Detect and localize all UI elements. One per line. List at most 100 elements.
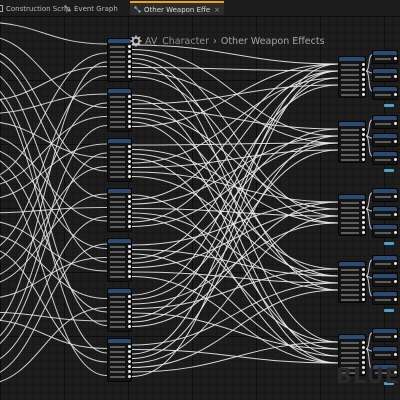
exec-pin[interactable] xyxy=(394,57,397,60)
close-icon[interactable]: × xyxy=(214,6,220,14)
exec-pin[interactable] xyxy=(394,93,397,96)
mid-node-5[interactable] xyxy=(107,238,132,282)
exec-pin[interactable] xyxy=(394,231,397,234)
exec-pin[interactable] xyxy=(362,221,365,224)
exec-pin[interactable] xyxy=(128,65,131,68)
exec-pin[interactable] xyxy=(128,70,131,73)
exec-pin[interactable] xyxy=(362,206,365,209)
right-node-1[interactable] xyxy=(338,56,366,98)
right-subnode-a-5[interactable] xyxy=(372,328,398,342)
exec-pin[interactable] xyxy=(362,231,365,234)
exec-pin[interactable] xyxy=(128,150,131,153)
exec-pin[interactable] xyxy=(362,341,365,344)
exec-pin[interactable] xyxy=(128,260,131,263)
exec-pin[interactable] xyxy=(128,315,131,318)
exec-pin[interactable] xyxy=(362,211,365,214)
exec-pin[interactable] xyxy=(128,120,131,123)
exec-pin[interactable] xyxy=(128,345,131,348)
right-subnode-b-3[interactable] xyxy=(372,206,398,220)
mid-node-2[interactable] xyxy=(107,88,132,132)
tab-other-weapon-effects[interactable]: Other Weapon Effe × xyxy=(130,1,225,15)
exec-pin[interactable] xyxy=(362,73,365,76)
exec-pin[interactable] xyxy=(362,63,365,66)
exec-pin[interactable] xyxy=(362,278,365,281)
exec-pin[interactable] xyxy=(362,226,365,229)
right-subnode-c-3[interactable] xyxy=(372,224,398,238)
exec-pin[interactable] xyxy=(128,270,131,273)
exec-pin[interactable] xyxy=(128,265,131,268)
exec-pin[interactable] xyxy=(362,216,365,219)
right-subnode-a-4[interactable] xyxy=(372,255,398,269)
right-subnode-b-2[interactable] xyxy=(372,133,398,147)
exec-pin[interactable] xyxy=(362,356,365,359)
exec-pin[interactable] xyxy=(362,93,365,96)
reroute-chip[interactable] xyxy=(384,242,394,245)
exec-pin[interactable] xyxy=(128,115,131,118)
exec-pin[interactable] xyxy=(128,145,131,148)
right-subnode-c-4[interactable] xyxy=(372,291,398,305)
exec-pin[interactable] xyxy=(128,125,131,128)
exec-pin[interactable] xyxy=(128,220,131,223)
right-subnode-c-2[interactable] xyxy=(372,151,398,165)
exec-pin[interactable] xyxy=(128,370,131,373)
exec-pin[interactable] xyxy=(362,133,365,136)
exec-pin[interactable] xyxy=(362,88,365,91)
exec-pin[interactable] xyxy=(362,83,365,86)
exec-pin[interactable] xyxy=(128,255,131,258)
exec-pin[interactable] xyxy=(394,122,397,125)
breadcrumb-root[interactable]: AV_Character xyxy=(145,36,209,47)
exec-pin[interactable] xyxy=(394,280,397,283)
exec-pin[interactable] xyxy=(128,205,131,208)
exec-pin[interactable] xyxy=(128,60,131,63)
exec-pin[interactable] xyxy=(128,250,131,253)
exec-pin[interactable] xyxy=(128,275,131,278)
exec-pin[interactable] xyxy=(128,155,131,158)
exec-pin[interactable] xyxy=(394,335,397,338)
exec-pin[interactable] xyxy=(128,325,131,328)
reroute-chip[interactable] xyxy=(384,169,394,172)
exec-pin[interactable] xyxy=(128,170,131,173)
right-node-4[interactable] xyxy=(338,261,366,303)
mid-node-1[interactable] xyxy=(107,38,132,82)
exec-pin[interactable] xyxy=(128,350,131,353)
exec-pin[interactable] xyxy=(362,298,365,301)
mid-node-3[interactable] xyxy=(107,138,132,182)
exec-pin[interactable] xyxy=(128,320,131,323)
exec-pin[interactable] xyxy=(128,355,131,358)
exec-pin[interactable] xyxy=(128,375,131,378)
exec-pin[interactable] xyxy=(128,225,131,228)
exec-pin[interactable] xyxy=(128,300,131,303)
exec-pin[interactable] xyxy=(362,148,365,151)
right-subnode-b-1[interactable] xyxy=(372,68,398,82)
exec-pin[interactable] xyxy=(394,298,397,301)
right-node-3[interactable] xyxy=(338,194,366,236)
right-subnode-a-2[interactable] xyxy=(372,115,398,129)
exec-pin[interactable] xyxy=(362,153,365,156)
exec-pin[interactable] xyxy=(128,175,131,178)
exec-pin[interactable] xyxy=(128,295,131,298)
exec-pin[interactable] xyxy=(128,215,131,218)
reroute-chip[interactable] xyxy=(384,104,394,107)
exec-pin[interactable] xyxy=(128,105,131,108)
exec-pin[interactable] xyxy=(394,140,397,143)
exec-pin[interactable] xyxy=(128,210,131,213)
exec-pin[interactable] xyxy=(362,143,365,146)
exec-pin[interactable] xyxy=(362,128,365,131)
right-subnode-b-4[interactable] xyxy=(372,273,398,287)
exec-pin[interactable] xyxy=(394,195,397,198)
exec-pin[interactable] xyxy=(394,75,397,78)
exec-pin[interactable] xyxy=(128,95,131,98)
exec-pin[interactable] xyxy=(362,293,365,296)
right-subnode-b-5[interactable] xyxy=(372,346,398,360)
exec-pin[interactable] xyxy=(362,288,365,291)
exec-pin[interactable] xyxy=(394,262,397,265)
mid-node-7[interactable] xyxy=(107,338,132,382)
exec-pin[interactable] xyxy=(394,353,397,356)
exec-pin[interactable] xyxy=(128,195,131,198)
exec-pin[interactable] xyxy=(362,158,365,161)
exec-pin[interactable] xyxy=(128,165,131,168)
exec-pin[interactable] xyxy=(362,68,365,71)
exec-pin[interactable] xyxy=(128,305,131,308)
exec-pin[interactable] xyxy=(362,346,365,349)
tab-event-graph[interactable]: Event Graph xyxy=(60,2,122,16)
